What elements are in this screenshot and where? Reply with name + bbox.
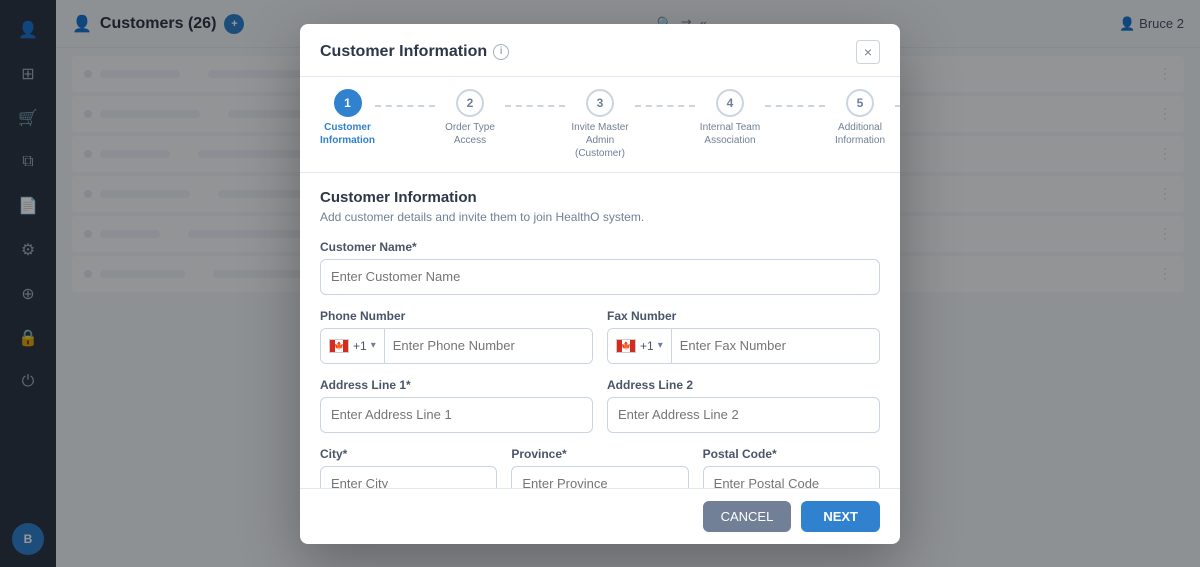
postal-col: Postal Code* [703,447,880,488]
steps-container: 1 CustomerInformation 2 Order Type Acces… [300,77,900,173]
address2-label: Address Line 2 [607,378,880,392]
fax-chevron-icon: ▾ [658,340,663,351]
fax-country-code: +1 [640,339,654,353]
step-connector-4 [765,105,825,107]
customer-name-group: Customer Name* [320,240,880,295]
phone-number-input[interactable] [385,329,592,363]
address1-label: Address Line 1* [320,378,593,392]
section-subtitle: Add customer details and invite them to … [320,210,880,224]
city-row: City* Province* Postal Code* [320,447,880,488]
canada-flag: 🍁 [329,339,349,353]
address1-input[interactable] [320,397,593,433]
step-4[interactable]: 4 Internal Team Association [695,89,765,147]
step-1-label: CustomerInformation [320,121,375,147]
phone-fax-row: Phone Number 🍁 +1 ▾ [320,309,880,364]
modal-footer: CANCEL NEXT [300,488,900,544]
customer-name-label: Customer Name* [320,240,880,254]
province-label: Province* [511,447,688,461]
postal-input[interactable] [703,466,880,488]
address-row: Address Line 1* Address Line 2 [320,378,880,433]
province-input[interactable] [511,466,688,488]
info-icon: i [493,44,509,60]
next-button[interactable]: NEXT [801,501,880,532]
fax-label: Fax Number [607,309,880,323]
address2-col: Address Line 2 [607,378,880,433]
phone-col: Phone Number 🍁 +1 ▾ [320,309,593,364]
step-2[interactable]: 2 Order Type Access [435,89,505,147]
step-2-circle: 2 [456,89,484,117]
step-3[interactable]: 3 Invite Master Admin (Customer) [565,89,635,160]
phone-chevron-icon: ▾ [371,340,376,351]
step-4-label: Internal Team Association [695,121,765,147]
step-5[interactable]: 5 Additional Information [825,89,895,147]
customer-name-input[interactable] [320,259,880,295]
modal-body: Customer Information Add customer detail… [300,173,900,488]
step-4-circle: 4 [716,89,744,117]
modal-overlay[interactable]: Customer Information i × 1 CustomerInfor… [0,0,1200,567]
step-connector-2 [505,105,565,107]
step-connector-5 [895,105,900,107]
phone-label: Phone Number [320,309,593,323]
section-title: Customer Information [320,189,880,206]
fax-number-input[interactable] [672,329,879,363]
city-label: City* [320,447,497,461]
phone-input-wrapper: 🍁 +1 ▾ [320,328,593,364]
province-col: Province* [511,447,688,488]
fax-input-wrapper: 🍁 +1 ▾ [607,328,880,364]
step-connector-3 [635,105,695,107]
step-connector-1 [375,105,435,107]
step-3-label: Invite Master Admin (Customer) [565,121,635,160]
phone-flag-select[interactable]: 🍁 +1 ▾ [321,329,385,363]
step-1[interactable]: 1 CustomerInformation [320,89,375,147]
step-5-label: Additional Information [825,121,895,147]
fax-canada-flag: 🍁 [616,339,636,353]
step-5-circle: 5 [846,89,874,117]
postal-label: Postal Code* [703,447,880,461]
address2-input[interactable] [607,397,880,433]
fax-col: Fax Number 🍁 +1 ▾ [607,309,880,364]
cancel-button[interactable]: CANCEL [703,501,792,532]
phone-country-code: +1 [353,339,367,353]
city-col: City* [320,447,497,488]
address1-col: Address Line 1* [320,378,593,433]
modal-header: Customer Information i × [300,24,900,77]
customer-info-modal: Customer Information i × 1 CustomerInfor… [300,24,900,544]
step-3-circle: 3 [586,89,614,117]
fax-flag-select[interactable]: 🍁 +1 ▾ [608,329,672,363]
step-1-circle: 1 [334,89,362,117]
step-2-label: Order Type Access [435,121,505,147]
modal-title: Customer Information i [320,43,509,61]
city-input[interactable] [320,466,497,488]
modal-close-button[interactable]: × [856,40,880,64]
